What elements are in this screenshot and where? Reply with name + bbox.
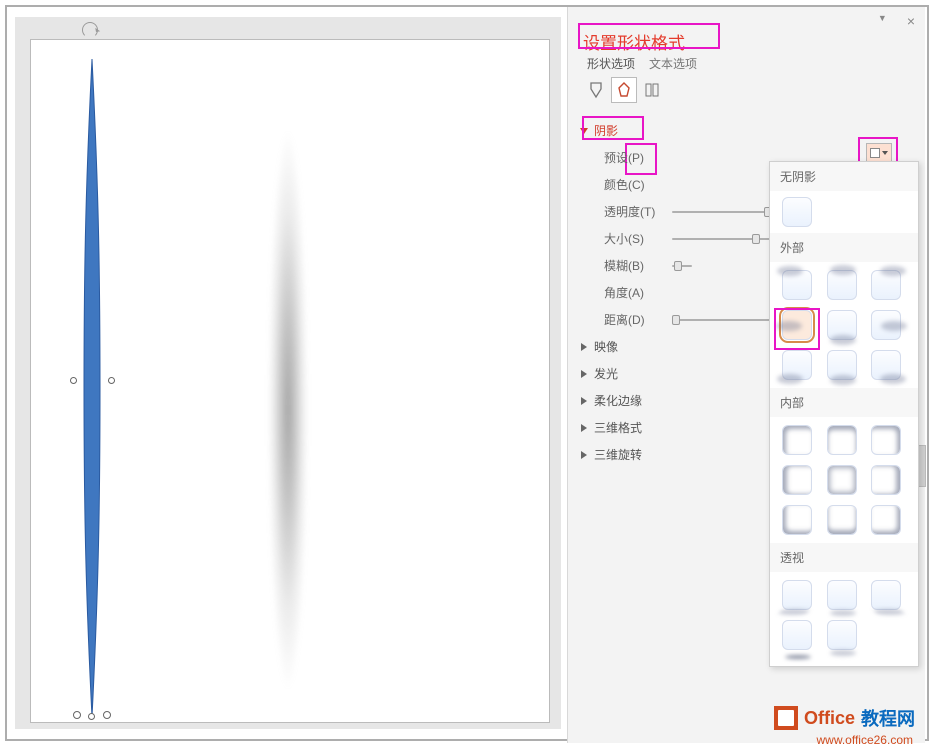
selection-handle[interactable]: [108, 377, 115, 384]
rotate-handle[interactable]: [82, 22, 98, 38]
section-label: 阴影: [594, 122, 618, 139]
preset-inner-bottom-left[interactable]: [782, 505, 812, 535]
chevron-right-icon: [581, 424, 587, 432]
watermark-brand-cn: 教程网: [861, 705, 915, 731]
prop-label: 角度(A): [604, 284, 664, 301]
preset-outer-bottom-left[interactable]: [782, 350, 812, 380]
prop-label: 颜色(C): [604, 176, 664, 193]
preset-outer-top-right[interactable]: [871, 270, 901, 300]
preset-inner-bottom[interactable]: [827, 505, 857, 535]
section-label: 三维格式: [594, 419, 642, 436]
effects-icon[interactable]: [611, 77, 637, 103]
preset-outer-left[interactable]: [782, 310, 812, 340]
canvas-area[interactable]: [15, 17, 561, 729]
preset-perspective-4[interactable]: [782, 620, 812, 650]
category-icons: [583, 77, 665, 103]
panel-dropdown-icon[interactable]: ▼: [878, 13, 887, 29]
slider[interactable]: [672, 238, 772, 240]
section-label: 发光: [594, 365, 618, 382]
section-label: 映像: [594, 338, 618, 355]
prop-label: 透明度(T): [604, 203, 664, 220]
close-icon[interactable]: ×: [907, 13, 915, 29]
preset-outer-center[interactable]: [827, 310, 857, 340]
preset-inner-right[interactable]: [871, 465, 901, 495]
gallery-heading-outer: 外部: [770, 233, 918, 262]
chevron-right-icon: [581, 370, 587, 378]
preset-perspective-2[interactable]: [827, 580, 857, 610]
fill-line-icon[interactable]: [583, 77, 609, 103]
tab-text-options[interactable]: 文本选项: [649, 55, 697, 72]
chevron-right-icon: [581, 451, 587, 459]
watermark: Office 教程网: [774, 705, 915, 731]
selection-handle[interactable]: [70, 377, 77, 384]
prop-label: 预设(P): [604, 149, 664, 166]
preset-no-shadow[interactable]: [782, 197, 812, 227]
preset-outer-right[interactable]: [871, 310, 901, 340]
preset-inner-center[interactable]: [827, 465, 857, 495]
selection-handle[interactable]: [88, 713, 95, 720]
preset-perspective-1[interactable]: [782, 580, 812, 610]
preset-perspective-5[interactable]: [827, 620, 857, 650]
preset-outer-top-left[interactable]: [782, 270, 812, 300]
tab-shape-options[interactable]: 形状选项: [587, 55, 635, 72]
preset-outer-bottom-right[interactable]: [871, 350, 901, 380]
section-label: 三维旋转: [594, 446, 642, 463]
selection-handle[interactable]: [73, 711, 81, 719]
slider[interactable]: [672, 211, 772, 213]
panel-title: 设置形状格式: [583, 29, 685, 54]
watermark-url: www.office26.com: [817, 733, 914, 747]
chevron-down-icon: [580, 128, 588, 134]
selection-handle[interactable]: [103, 711, 111, 719]
slider[interactable]: [672, 265, 692, 267]
shape-shadow: [264, 80, 312, 740]
gallery-heading-none: 无阴影: [770, 162, 918, 191]
logo-icon: [774, 706, 798, 730]
preset-inner-top-right[interactable]: [871, 425, 901, 455]
slider[interactable]: [672, 319, 772, 321]
preset-inner-top-left[interactable]: [782, 425, 812, 455]
section-shadow[interactable]: 阴影: [580, 117, 910, 144]
gallery-heading-perspective: 透视: [770, 543, 918, 572]
preset-inner-bottom-right[interactable]: [871, 505, 901, 535]
preset-inner-left[interactable]: [782, 465, 812, 495]
prop-label: 大小(S): [604, 230, 664, 247]
chevron-right-icon: [581, 343, 587, 351]
preset-outer-bottom[interactable]: [827, 350, 857, 380]
panel-tabs: 形状选项 文本选项: [587, 55, 697, 72]
preset-outer-top[interactable]: [827, 270, 857, 300]
preset-dropdown[interactable]: [866, 143, 892, 163]
watermark-brand-en: Office: [804, 708, 855, 729]
app-frame: ▼ × 设置形状格式 形状选项 文本选项 阴影: [5, 5, 929, 741]
gallery-heading-inner: 内部: [770, 388, 918, 417]
chevron-right-icon: [581, 397, 587, 405]
section-label: 柔化边缘: [594, 392, 642, 409]
format-shape-panel: ▼ × 设置形状格式 形状选项 文本选项 阴影: [567, 7, 925, 743]
prop-label: 距离(D): [604, 311, 664, 328]
prop-label: 模糊(B): [604, 257, 664, 274]
preset-perspective-3[interactable]: [871, 580, 901, 610]
preset-inner-top[interactable]: [827, 425, 857, 455]
size-properties-icon[interactable]: [639, 77, 665, 103]
shadow-preset-gallery: 无阴影 外部 内部: [769, 161, 919, 667]
